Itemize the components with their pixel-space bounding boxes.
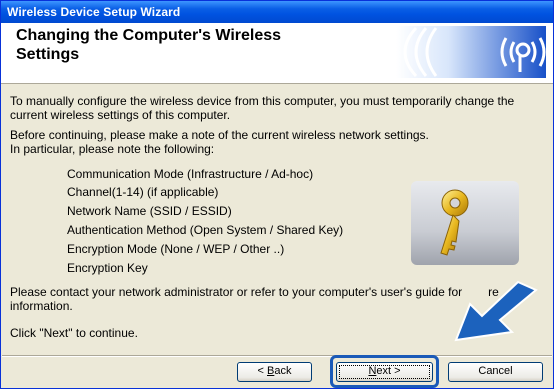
wizard-window: Wireless Device Setup Wizard Changing th… [0, 0, 554, 389]
title-bar[interactable]: Wireless Device Setup Wizard [1, 1, 553, 23]
continue-instruction: Click "Next" to continue. [10, 326, 138, 340]
note-line-2: In particular, please note the following… [10, 142, 215, 156]
note-line-1: Before continuing, please make a note of… [10, 128, 429, 142]
list-item: Encryption Key [67, 261, 148, 275]
arrow-pointer-icon [454, 280, 538, 342]
key-icon [411, 181, 519, 265]
intro-line-2: current wireless settings of this comput… [10, 108, 231, 122]
list-item: Network Name (SSID / ESSID) [67, 204, 232, 218]
page-heading: Changing the Computer's Wireless Setting… [16, 27, 282, 63]
wireless-signal-icon [396, 26, 546, 78]
intro-line-1: To manually configure the wireless devic… [10, 94, 515, 108]
list-item: Channel(1-14) (if applicable) [67, 185, 219, 199]
list-item: Authentication Method (Open System / Sha… [67, 223, 344, 237]
list-item: Encryption Mode (None / WEP / Other ..) [67, 242, 285, 256]
contact-text: Please contact your network administrato… [10, 285, 463, 299]
list-item: Communication Mode (Infrastructure / Ad-… [67, 167, 314, 181]
contact-line-2: information. [10, 299, 73, 313]
header-banner: Changing the Computer's Wireless Setting… [1, 23, 553, 84]
back-button[interactable]: < Back [237, 362, 312, 382]
window-title: Wireless Device Setup Wizard [7, 5, 181, 19]
